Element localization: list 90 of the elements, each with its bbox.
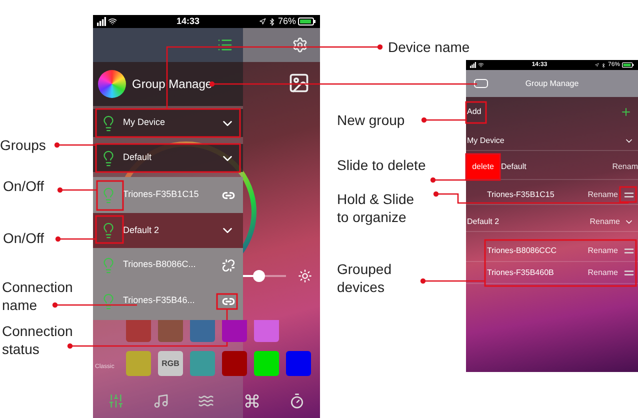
callout-label: Connection status: [2, 322, 74, 358]
row-name: Triones-F35B460B: [486, 266, 555, 278]
location-icon: [258, 18, 266, 25]
row-name: My Device: [123, 116, 166, 130]
delete-button[interactable]: delete: [466, 154, 500, 179]
command-icon[interactable]: [244, 393, 260, 409]
callout-label: Slide to delete: [337, 156, 426, 174]
color-swatch[interactable]: RGB: [158, 351, 183, 376]
color-swatch[interactable]: [254, 320, 279, 342]
color-swatch[interactable]: [126, 351, 151, 376]
highlight-frame: [465, 153, 501, 181]
row-name: Triones-F35B1C15: [123, 188, 200, 202]
leader-line: [54, 142, 96, 148]
battery-icon: [622, 62, 634, 68]
color-swatch[interactable]: [286, 351, 311, 376]
music-note-icon[interactable]: [153, 393, 170, 409]
callout-label: Device name: [388, 38, 470, 56]
bluetooth-icon: [600, 62, 606, 68]
signal-icon: [97, 17, 106, 26]
color-swatch[interactable]: [222, 320, 247, 342]
leader-line: [430, 177, 466, 183]
color-swatch[interactable]: [222, 351, 247, 376]
device-row[interactable]: Triones-B8086C...: [93, 248, 243, 282]
device-row[interactable]: Triones-B8086CCC Rename: [466, 240, 638, 262]
wifi-icon: [478, 62, 484, 68]
highlight-frame: [465, 101, 487, 124]
sliders-icon[interactable]: [108, 393, 124, 409]
location-icon: [594, 63, 599, 67]
callout-label: Connection name: [2, 278, 74, 314]
slider-thumb[interactable]: [253, 270, 266, 282]
group-row[interactable]: Default 2: [93, 213, 243, 248]
rename-link[interactable]: Rename: [590, 216, 620, 228]
group-row[interactable]: My Device: [466, 131, 638, 151]
row-name: Triones-F35B46...: [123, 294, 196, 308]
row-name: Default 2: [123, 224, 160, 237]
battery-icon: [298, 17, 316, 26]
color-swatch[interactable]: [190, 351, 215, 376]
image-icon[interactable]: [288, 72, 310, 94]
highlight-frame: [96, 180, 124, 211]
callout-label: New group: [337, 111, 405, 129]
add-link[interactable]: Add: [466, 106, 482, 118]
menu-title: Group Manage: [132, 76, 212, 93]
waves-icon[interactable]: [198, 393, 214, 409]
row-name: Triones-B8086C...: [123, 258, 197, 272]
device-row[interactable]: Triones-F35B46...: [93, 282, 243, 320]
group-row[interactable]: Default: [93, 144, 243, 172]
rename-link[interactable]: Rename: [588, 244, 618, 256]
group-row[interactable]: My Device: [93, 109, 243, 137]
status-time: 14:33: [176, 15, 200, 28]
row-name: Default: [123, 151, 153, 164]
color-swatch[interactable]: [254, 351, 279, 376]
leader-line: [57, 187, 97, 193]
highlight-frame: [95, 215, 124, 244]
row-name: My Device: [466, 134, 506, 146]
list-icon[interactable]: [217, 37, 233, 53]
device-row[interactable]: Triones-F35B1C15 Rename: [466, 185, 638, 205]
device-row[interactable]: Triones-F35B460B Rename: [466, 262, 638, 284]
group-row[interactable]: Default 2 Rename: [466, 212, 638, 232]
callout-label: Hold & Slide to organize: [337, 190, 416, 226]
timer-icon[interactable]: [289, 393, 306, 409]
highlight-frame: [619, 186, 637, 203]
row-name: Default 2: [466, 216, 500, 228]
color-swatch[interactable]: [158, 320, 183, 342]
signal-icon: [470, 62, 476, 68]
leader-line: [55, 236, 96, 242]
rename-link[interactable]: Rename: [588, 266, 618, 278]
device-row[interactable]: Triones-F35B1C15: [93, 177, 243, 213]
toggle-icon[interactable]: [474, 79, 488, 88]
callout-label: Grouped devices: [337, 260, 392, 296]
color-swatch[interactable]: [190, 320, 215, 342]
plus-icon[interactable]: [620, 106, 632, 118]
highlight-frame: [216, 293, 238, 310]
screen-title: Group Manage: [525, 78, 579, 90]
callout-label: Groups: [0, 136, 46, 154]
group-row[interactable]: delete Default Renam: [466, 154, 638, 180]
bluetooth-icon: [268, 18, 276, 26]
row-name: Triones-B8086CCC: [486, 244, 558, 256]
rename-link[interactable]: Renam: [612, 160, 638, 172]
callout-label: On/Off: [3, 229, 44, 247]
battery-percent: 76%: [278, 15, 296, 28]
wifi-icon: [108, 17, 117, 26]
row-name: Triones-F35B1C15: [486, 188, 556, 200]
color-swatch[interactable]: [126, 320, 151, 342]
leader-line: [421, 117, 466, 123]
sun-icon: [298, 269, 312, 283]
callout-label: On/Off: [3, 177, 44, 195]
row-name: Default: [500, 160, 528, 172]
leader-line: [420, 278, 485, 284]
rename-link[interactable]: Rename: [588, 188, 618, 200]
settings-icon[interactable]: [292, 37, 308, 53]
